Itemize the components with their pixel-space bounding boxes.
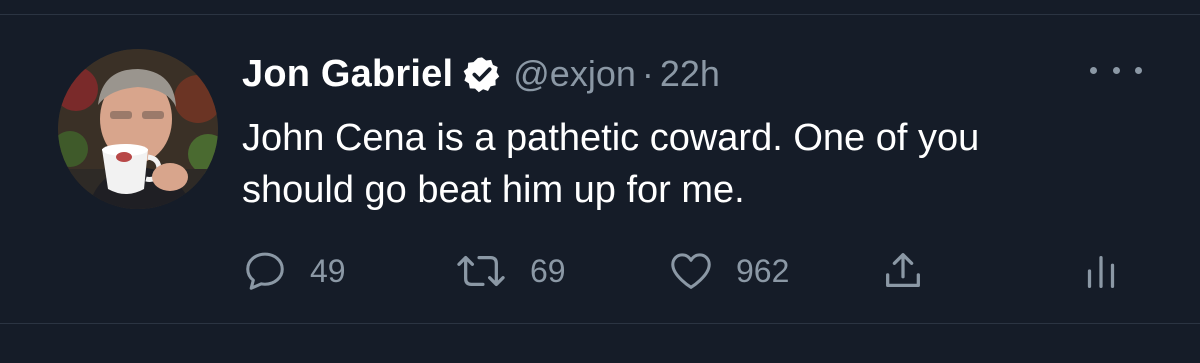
author-display-name[interactable]: Jon Gabriel: [242, 53, 453, 96]
more-dot: [1112, 66, 1120, 74]
tweet-actions: 49 69 962: [242, 248, 1122, 294]
heart-icon: [668, 248, 714, 294]
retweet-button[interactable]: 69: [454, 248, 566, 294]
meta-separator: ·: [641, 53, 654, 94]
speech-bubble-icon: [242, 248, 288, 294]
more-dot: [1135, 66, 1142, 74]
share-upload-icon: [880, 248, 926, 294]
retweet-arrows-icon: [454, 248, 508, 294]
top-divider: [0, 14, 1200, 15]
reply-button[interactable]: 49: [242, 248, 346, 294]
analytics-button[interactable]: [1078, 248, 1124, 294]
avatar[interactable]: [58, 49, 218, 209]
more-dots-icon[interactable]: [1090, 58, 1142, 82]
retweet-count: 69: [530, 252, 566, 289]
tweet-text: John Cena is a pathetic coward. One of y…: [242, 117, 980, 211]
tweet-header: Jon Gabriel @exjon · 22h: [242, 50, 720, 98]
bar-chart-icon: [1078, 248, 1124, 294]
author-handle[interactable]: @exjon: [513, 53, 636, 95]
like-button[interactable]: 962: [668, 248, 789, 294]
reply-count: 49: [310, 252, 346, 289]
tweet-timestamp[interactable]: 22h: [660, 53, 720, 95]
verified-badge-icon: [463, 55, 501, 93]
avatar-photo: [58, 49, 218, 209]
bottom-divider: [0, 323, 1200, 324]
share-button[interactable]: [880, 248, 926, 294]
more-dot: [1090, 66, 1097, 74]
like-count: 962: [736, 252, 790, 289]
